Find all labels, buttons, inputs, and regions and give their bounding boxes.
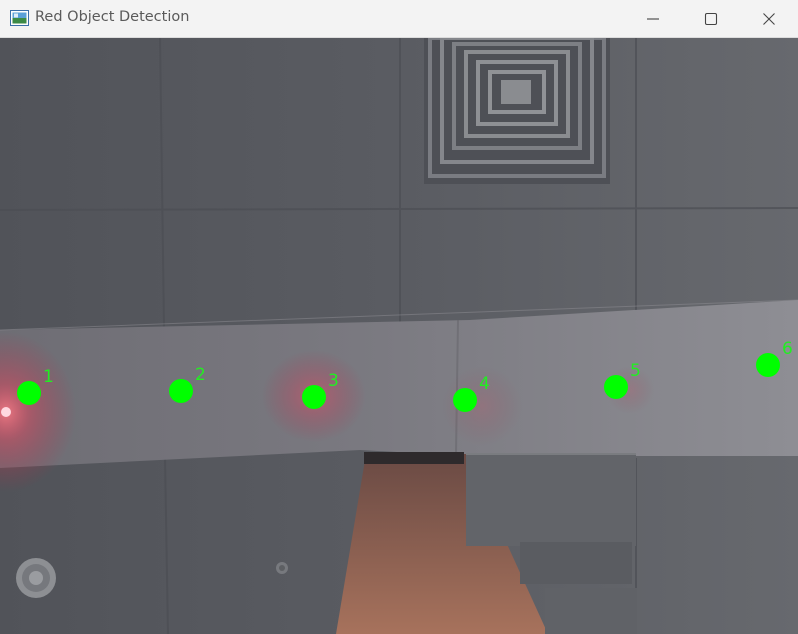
maximize-button[interactable] [682, 0, 740, 37]
minimize-icon [647, 18, 659, 20]
detection-dot-5 [604, 375, 628, 399]
detection-dot-1 [17, 381, 41, 405]
smoke-detector [16, 558, 56, 598]
camera-frame: 1 2 3 4 5 6 [0, 38, 798, 634]
window-title: Red Object Detection [35, 9, 190, 25]
sprinkler [276, 562, 288, 574]
detection-dot-3 [302, 385, 326, 409]
close-button[interactable] [740, 0, 798, 37]
detection-dot-2 [169, 379, 193, 403]
detection-label-2: 2 [195, 365, 206, 385]
detection-label-4: 4 [479, 374, 490, 394]
detection-dot-6 [756, 353, 780, 377]
ceiling-vent [424, 38, 610, 184]
minimize-button[interactable] [624, 0, 682, 37]
maximize-icon [704, 12, 718, 26]
detection-label-1: 1 [43, 367, 54, 387]
detection-dot-4 [453, 388, 477, 412]
title-bar[interactable]: Red Object Detection [0, 0, 798, 38]
camera-image: 1 2 3 4 5 6 [0, 38, 798, 634]
detection-label-3: 3 [328, 371, 339, 391]
image-window-icon [10, 10, 29, 26]
detection-label-6: 6 [782, 339, 793, 359]
close-icon [763, 13, 775, 25]
detection-label-5: 5 [630, 361, 641, 381]
app-window: Red Object Detection 1 2 3 4 5 6 [0, 0, 798, 634]
